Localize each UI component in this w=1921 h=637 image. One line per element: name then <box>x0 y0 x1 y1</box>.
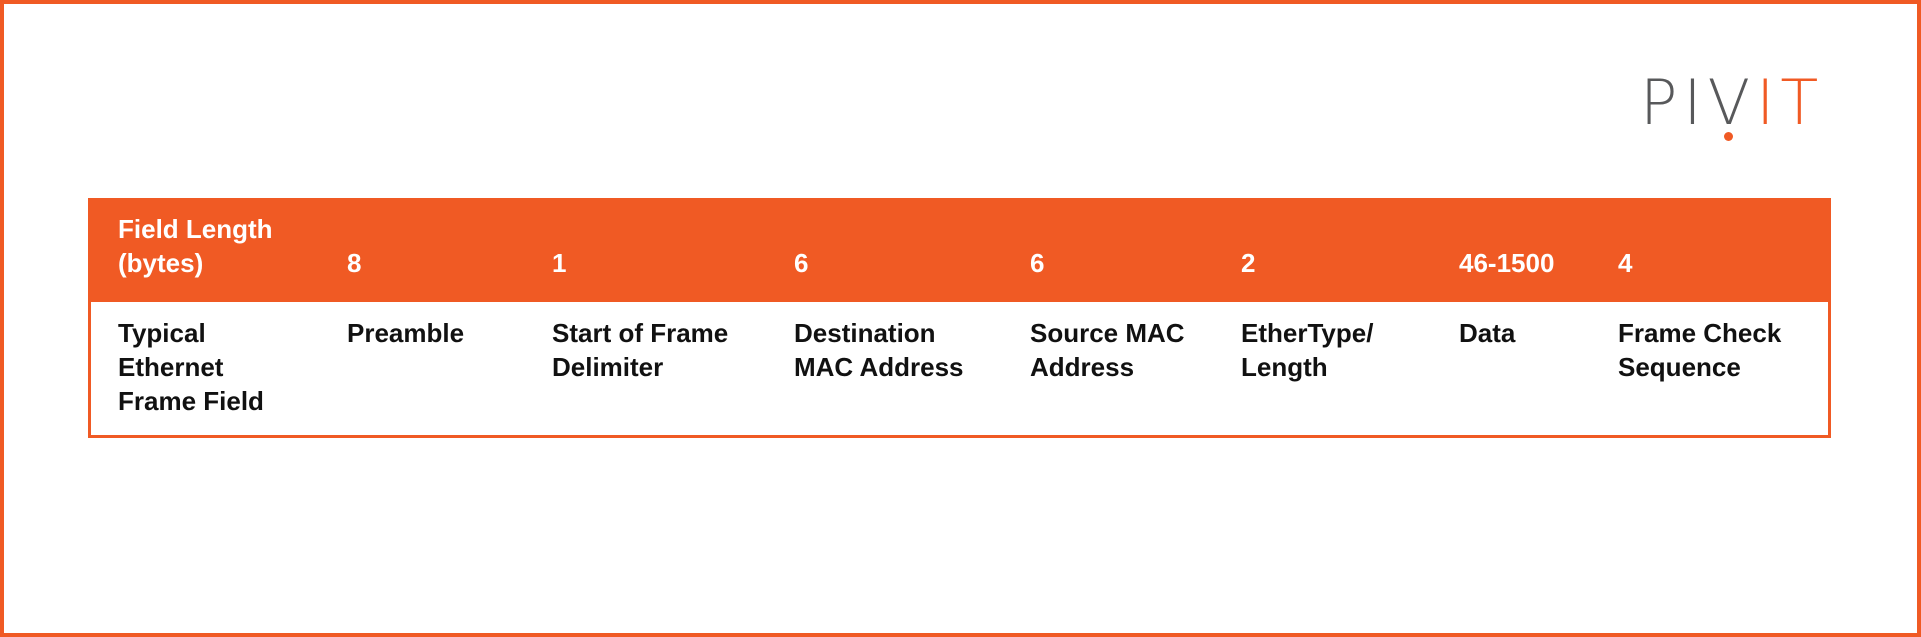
field-line: Destination <box>794 318 936 348</box>
field-line: Sequence <box>1618 352 1741 382</box>
frame-field-label: Typical Ethernet Frame Field <box>118 316 264 418</box>
field-line: Address <box>1030 352 1135 382</box>
logo-text-right: IT <box>1756 66 1825 139</box>
logo-dot-icon <box>1724 132 1733 141</box>
field-cell: Start of Frame Delimiter <box>552 316 728 384</box>
field-cell: Destination MAC Address <box>794 316 964 384</box>
label-line: Ethernet <box>118 352 224 382</box>
field-line: MAC Address <box>794 352 964 382</box>
length-cell: 4 <box>1618 248 1633 278</box>
length-cell: 8 <box>347 248 362 278</box>
pivit-logo: PIVIT <box>1640 72 1824 141</box>
length-cell: 2 <box>1241 248 1256 278</box>
length-cell: 6 <box>794 248 809 278</box>
label-line: (bytes) <box>118 248 204 278</box>
field-cell: Data <box>1459 316 1515 350</box>
field-line: Preamble <box>347 318 465 348</box>
ethernet-frame-table: Field Length (bytes) 8 1 6 6 2 46-1500 4… <box>88 198 1831 438</box>
field-length-row: Field Length (bytes) 8 1 6 6 2 46-1500 4 <box>88 198 1831 302</box>
label-line: Frame Field <box>118 386 264 416</box>
field-cell: Source MAC Address <box>1030 316 1185 384</box>
field-length-label: Field Length (bytes) <box>118 212 273 280</box>
field-line: Source MAC <box>1030 318 1185 348</box>
length-cell: 6 <box>1030 248 1045 278</box>
field-cell: Preamble <box>347 316 464 350</box>
field-cell: EtherType/ Length <box>1241 316 1373 384</box>
field-line: Start of Frame <box>552 318 729 348</box>
label-line: Typical <box>118 318 206 348</box>
length-cell: 1 <box>552 248 567 278</box>
field-line: Length <box>1241 352 1328 382</box>
label-line: Field Length <box>118 214 273 244</box>
field-cell: Frame Check Sequence <box>1618 316 1781 384</box>
field-line: Frame Check <box>1618 318 1782 348</box>
length-cell: 46-1500 <box>1459 248 1555 278</box>
logo-text-left: PIV <box>1640 66 1757 139</box>
field-line: Data <box>1459 318 1516 348</box>
field-line: EtherType/ <box>1241 318 1374 348</box>
field-line: Delimiter <box>552 352 664 382</box>
